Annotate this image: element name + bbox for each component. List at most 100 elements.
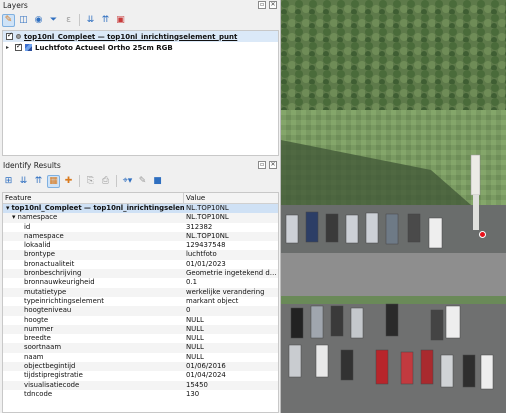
identified-feature-marker: [479, 231, 486, 238]
result-field-value: 0.1: [186, 278, 197, 287]
result-row[interactable]: typeinrichtingselement markant object: [3, 297, 278, 306]
map-canvas[interactable]: [281, 0, 506, 413]
field-name-text: visualisatiecode: [24, 380, 80, 389]
expand-new-results-icon[interactable]: ▦: [47, 174, 60, 188]
result-row[interactable]: lokaalid 129437548: [3, 241, 278, 250]
result-row[interactable]: hoogte NULL: [3, 316, 278, 325]
remove-layer-icon[interactable]: ▣: [114, 14, 127, 27]
result-field-name: breedte: [3, 334, 184, 343]
results-header: Feature Value: [3, 193, 278, 204]
result-row[interactable]: bronnauwkeurigheid 0.1: [3, 278, 278, 287]
result-field-value: NL.TOP10NL: [186, 213, 229, 222]
close-panel-icon[interactable]: ✕: [269, 161, 277, 169]
result-row[interactable]: visualisatiecode 15450: [3, 380, 278, 390]
layer-name: top10nl_Compleet — top10nl_inrichtingsel…: [24, 32, 238, 41]
layer-visibility-checkbox[interactable]: [6, 31, 13, 40]
result-row[interactable]: objectbegintijd 01/06/2016: [3, 362, 278, 372]
result-field-value: 01/06/2016: [186, 362, 226, 371]
result-row[interactable]: bronbeschrijving Geometrie ingetekend doo…: [3, 269, 278, 279]
identify-results-panel: Identify Results ▫ ✕ ⊞ ⇊ ⇈ ▦ ✚ ⎘ ⎙ ⌖▾ ✎ …: [0, 160, 280, 413]
result-field-name: ▾ namespace: [3, 213, 184, 222]
expand-all-icon[interactable]: ⇊: [84, 14, 97, 27]
aerial-photo: [281, 0, 506, 413]
result-row[interactable]: naam NULL: [3, 353, 278, 362]
help-icon[interactable]: ■: [151, 175, 164, 188]
add-group-icon[interactable]: ◫: [17, 14, 30, 27]
result-row[interactable]: nummer NULL: [3, 324, 278, 335]
float-panel-icon[interactable]: ▫: [258, 1, 266, 9]
layers-toolbar: ✎ ◫ ◉ ⏷ ε ⇊ ⇈ ▣: [0, 12, 280, 28]
collapse-all-icon[interactable]: ⇈: [99, 14, 112, 27]
filter-legend-icon[interactable]: ⏷: [47, 14, 60, 27]
field-name-text: tijdstipregistratie: [24, 371, 83, 380]
layer-name: Luchtfoto Actueel Ortho 25cm RGB: [35, 43, 173, 52]
result-field-value: 129437548: [186, 241, 226, 250]
result-row[interactable]: id 312382: [3, 223, 278, 232]
result-field-name: nummer: [3, 325, 184, 334]
result-field-value: 0: [186, 306, 191, 315]
result-field-name: lokaalid: [3, 241, 184, 250]
result-row[interactable]: bronactualiteit 01/01/2023: [3, 260, 278, 269]
result-field-name: bronbeschrijving: [3, 269, 184, 278]
result-field-name: naam: [3, 353, 184, 362]
field-name-text: id: [24, 222, 31, 231]
result-row[interactable]: ▾ namespace NL.TOP10NL: [3, 213, 278, 223]
field-name-text: tdncode: [24, 389, 53, 398]
result-field-value: NULL: [186, 315, 204, 324]
collapse-all-icon[interactable]: ⇈: [32, 175, 45, 188]
layer-item-top10nl[interactable]: top10nl_Compleet — top10nl_inrichtingsel…: [3, 31, 278, 42]
result-field-name: mutatietype: [3, 288, 184, 297]
field-name-text: hoogte: [24, 315, 49, 324]
value-column-header[interactable]: Value: [184, 193, 205, 203]
result-field-value: 312382: [186, 222, 213, 231]
result-field-value: luchtfoto: [186, 250, 217, 259]
manage-visibility-icon[interactable]: ◉: [32, 14, 45, 27]
expand-tree-icon[interactable]: ⊞: [2, 175, 15, 188]
result-field-value: NULL: [186, 334, 204, 343]
tree-expander-icon[interactable]: ▾: [6, 204, 9, 212]
field-name-text: objectbegintijd: [24, 362, 76, 371]
layer-visibility-checkbox[interactable]: [15, 42, 22, 51]
layer-item-luchtfoto[interactable]: ▸ Luchtfoto Actueel Ortho 25cm RGB: [3, 42, 278, 53]
clear-results-icon[interactable]: ✚: [62, 175, 75, 188]
toolbar-separator: [79, 14, 80, 26]
print-icon[interactable]: ⎙: [99, 175, 112, 188]
float-panel-icon[interactable]: ▫: [258, 161, 266, 169]
identify-panel-title: Identify Results: [3, 161, 61, 170]
identify-settings-icon[interactable]: ✎: [136, 175, 149, 188]
result-row[interactable]: breedte NULL: [3, 334, 278, 343]
field-name-text: top10nl_Compleet — top10nl_inrichtingsel…: [11, 204, 184, 212]
field-name-text: namespace: [17, 213, 58, 222]
identify-mode-icon[interactable]: ⌖▾: [121, 175, 134, 188]
copy-feature-icon[interactable]: ⎘: [84, 175, 97, 188]
result-field-value: NULL: [186, 352, 204, 361]
result-row[interactable]: namespace NL.TOP10NL: [3, 231, 278, 242]
result-row[interactable]: soortnaam NULL: [3, 343, 278, 353]
filter-by-expression-icon[interactable]: ε: [62, 14, 75, 27]
result-field-value: NULL: [186, 324, 204, 333]
feature-column-header[interactable]: Feature: [3, 193, 184, 203]
expand-all-icon[interactable]: ⇊: [17, 175, 30, 188]
field-name-text: soortnaam: [24, 343, 62, 352]
result-field-value: Geometrie ingetekend doo...: [186, 269, 278, 278]
layer-expand-icon[interactable]: ▸: [6, 44, 12, 51]
result-row[interactable]: mutatietype werkelijke verandering: [3, 287, 278, 297]
result-field-value: werkelijke verandering: [186, 287, 265, 296]
result-row[interactable]: tijdstipregistratie 01/04/2024: [3, 371, 278, 380]
result-field-name: brontype: [3, 250, 184, 259]
tree-expander-icon[interactable]: ▾: [12, 213, 15, 221]
close-panel-icon[interactable]: ✕: [269, 1, 277, 9]
field-name-text: bronnauwkeurigheid: [24, 278, 95, 287]
result-field-name: tdncode: [3, 390, 184, 399]
field-name-text: bronbeschrijving: [24, 269, 82, 278]
open-layer-styling-icon[interactable]: ✎: [2, 13, 15, 27]
result-field-name: hoogte: [3, 316, 184, 325]
result-field-name: hoogteniveau: [3, 306, 184, 315]
result-row[interactable]: brontype luchtfoto: [3, 250, 278, 260]
result-field-value: 15450: [186, 380, 208, 389]
result-row[interactable]: tdncode 130: [3, 390, 278, 399]
identify-results-table: Feature Value ▾ top10nl_Compleet — top10n…: [2, 192, 279, 413]
result-row[interactable]: hoogteniveau 0: [3, 306, 278, 316]
result-row[interactable]: ▾ top10nl_Compleet — top10nl_inrichtingse…: [3, 204, 278, 214]
field-name-text: lokaalid: [24, 241, 51, 250]
